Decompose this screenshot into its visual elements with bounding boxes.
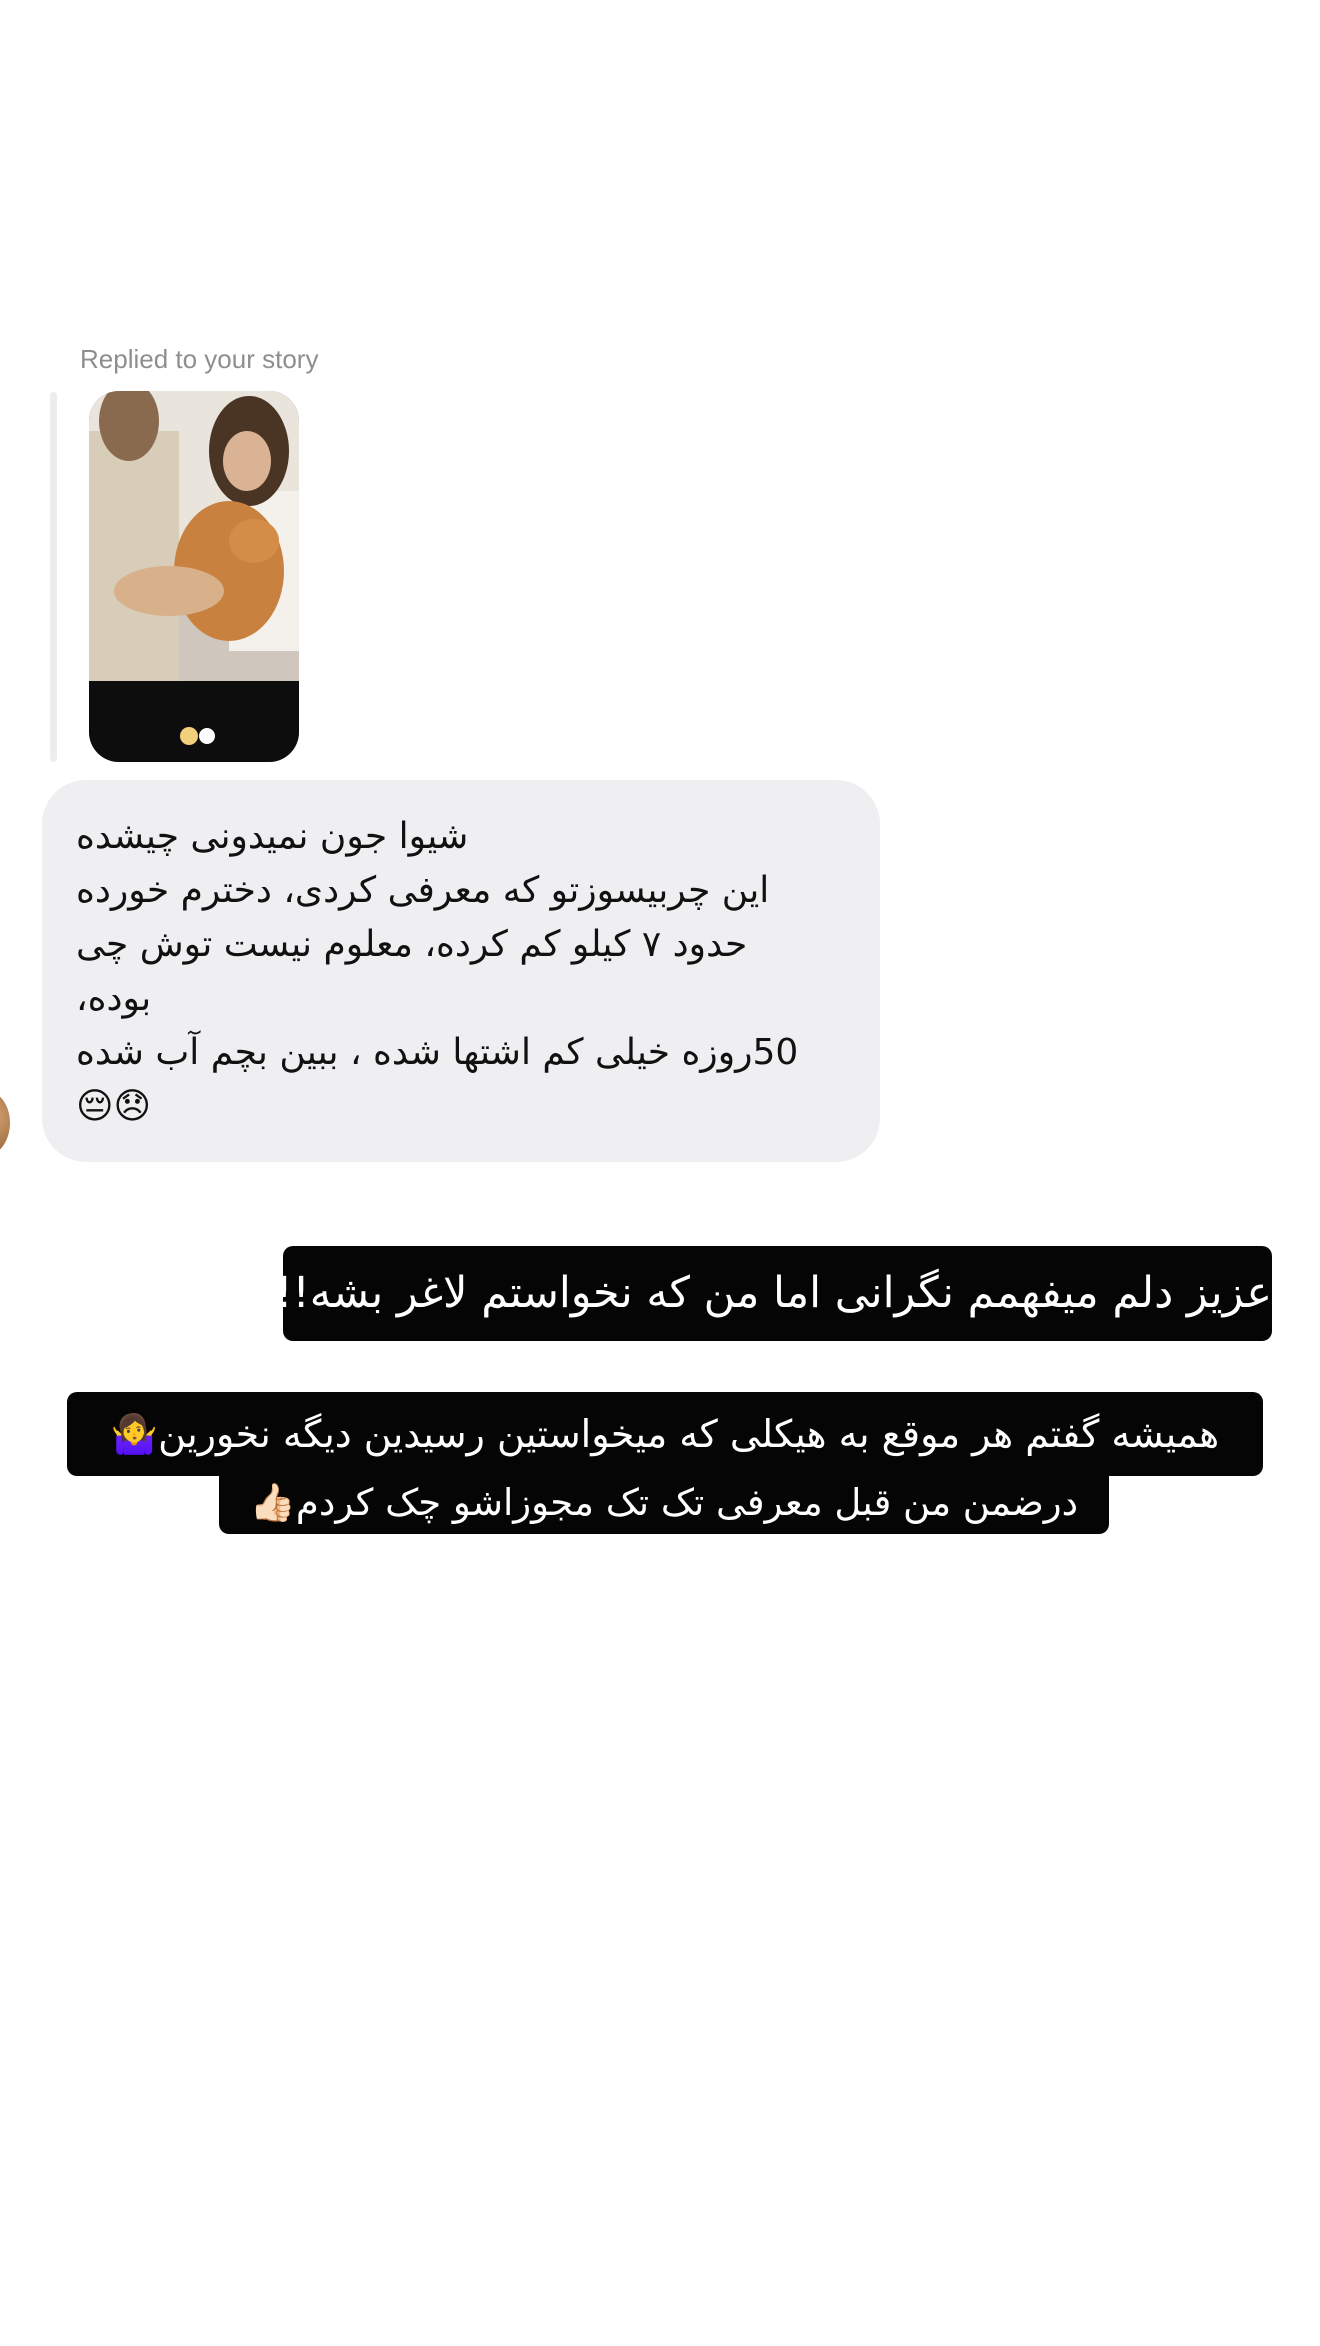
replied-to-story-label: Replied to your story xyxy=(80,344,319,374)
story-caption-line-3: درضمن من قبل معرفی تک تک مجوزاشو چک کردم… xyxy=(219,1472,1109,1534)
story-caption-line-2: همیشه گفتم هر موقع به هیکلی که میخواستین… xyxy=(67,1392,1263,1476)
story-thumbnail[interactable] xyxy=(89,391,299,762)
incoming-message-text: شیوا جون نمیدونی چیشده این چربیسوزتو که … xyxy=(76,816,799,1127)
story-caption-line-1: عزیز دلم میفهمم نگرانی اما من که نخواستم… xyxy=(275,1246,1272,1341)
sender-avatar[interactable] xyxy=(0,1090,10,1156)
story-reply-indicator-line xyxy=(50,392,57,762)
incoming-message-bubble[interactable]: شیوا جون نمیدونی چیشده این چربیسوزتو که … xyxy=(42,780,880,1162)
